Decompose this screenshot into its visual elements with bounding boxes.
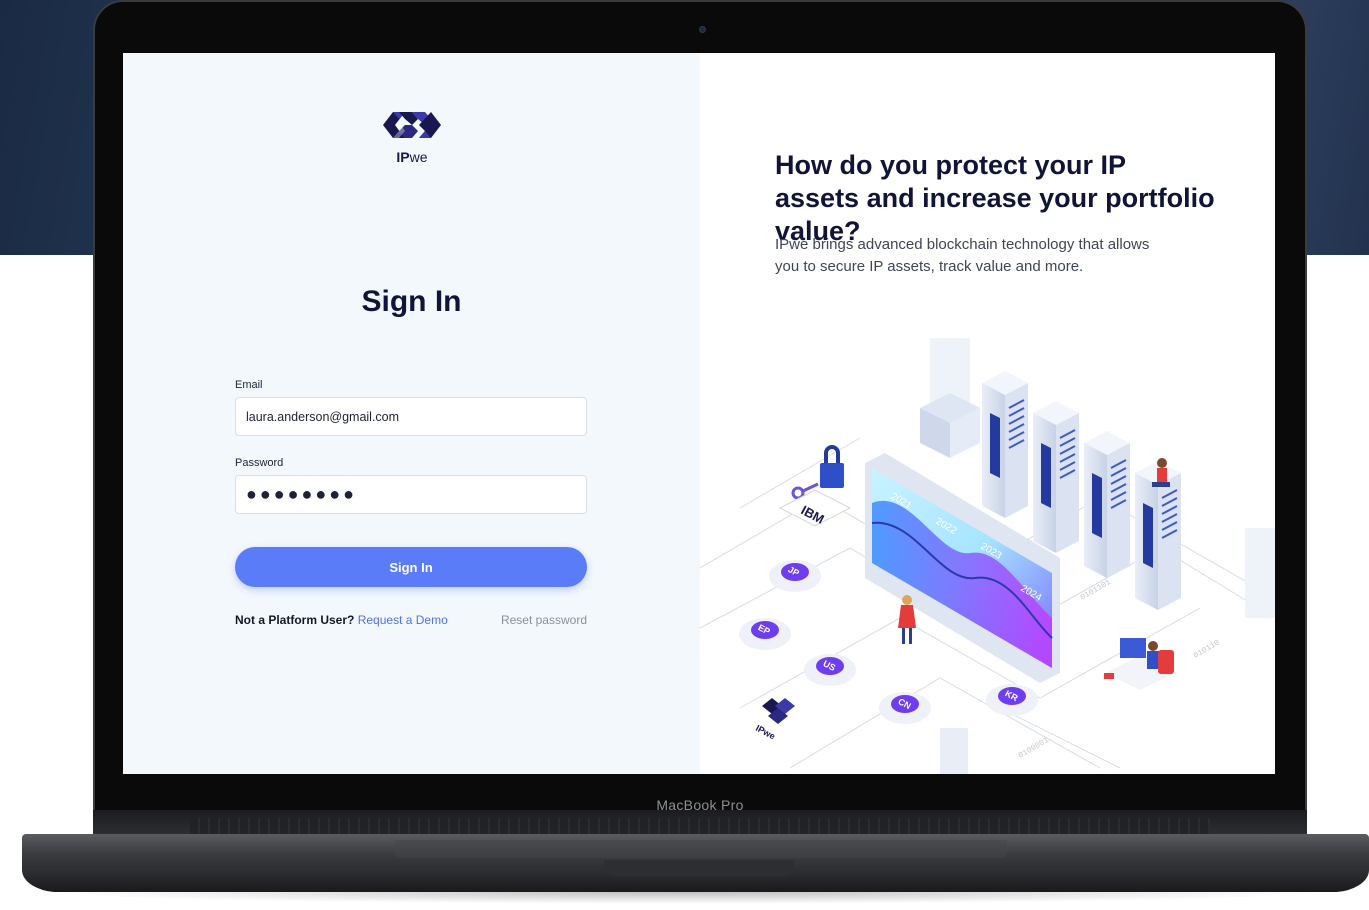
email-label: Email <box>235 379 263 391</box>
page-title: Sign In <box>361 285 462 318</box>
front-notch <box>604 860 794 876</box>
sign-in-button[interactable]: Sign In <box>235 547 587 587</box>
signin-footer: Not a Platform User? Request a Demo Rese… <box>235 613 587 627</box>
not-user-text: Not a Platform User? <box>235 613 355 627</box>
camera-icon <box>699 26 706 33</box>
person-figure <box>1157 458 1167 468</box>
screen: IPwe Sign In Email Password Sign In Not … <box>123 53 1275 774</box>
trackpad-edge <box>395 840 1007 858</box>
desk-workstation <box>1104 638 1175 690</box>
password-field[interactable] <box>235 475 587 514</box>
badge-us: US <box>804 654 856 686</box>
password-label: Password <box>235 457 284 469</box>
ipwe-mini-logo-icon: IPwe <box>754 698 795 741</box>
ipwe-mini-label: IPwe <box>754 723 777 741</box>
badge-jp: JP <box>769 560 821 592</box>
request-demo-link[interactable]: Request a Demo <box>358 613 448 627</box>
ipwe-logo: IPwe <box>377 106 447 168</box>
blockchain-illustration: 2021 2022 2023 2024 IBM JP EP US CN KR I… <box>700 338 1275 774</box>
reset-password-link[interactable]: Reset password <box>501 613 587 627</box>
svg-text:0100001: 0100001 <box>1017 736 1051 761</box>
badge-kr: KR <box>986 684 1038 716</box>
chart-screen: 2021 2022 2023 2024 <box>865 453 1060 683</box>
badge-ep: EP <box>739 618 791 650</box>
marketing-subtext: IPwe brings advanced blockchain technolo… <box>775 236 1150 275</box>
lock-icon <box>820 445 844 488</box>
svg-text:010110: 010110 <box>1192 638 1222 660</box>
email-field[interactable] <box>235 397 587 436</box>
marketing-pane: How do you protect your IP assets and in… <box>700 53 1275 774</box>
signin-pane: IPwe Sign In Email Password Sign In Not … <box>123 53 700 774</box>
logo-wordmark-regular: we <box>409 149 428 165</box>
badge-cn: CN <box>879 692 931 724</box>
ipwe-logo-icon <box>383 112 441 138</box>
logo-wordmark-bold: IP <box>396 149 410 165</box>
logo-wordmark: IPwe <box>377 149 447 165</box>
